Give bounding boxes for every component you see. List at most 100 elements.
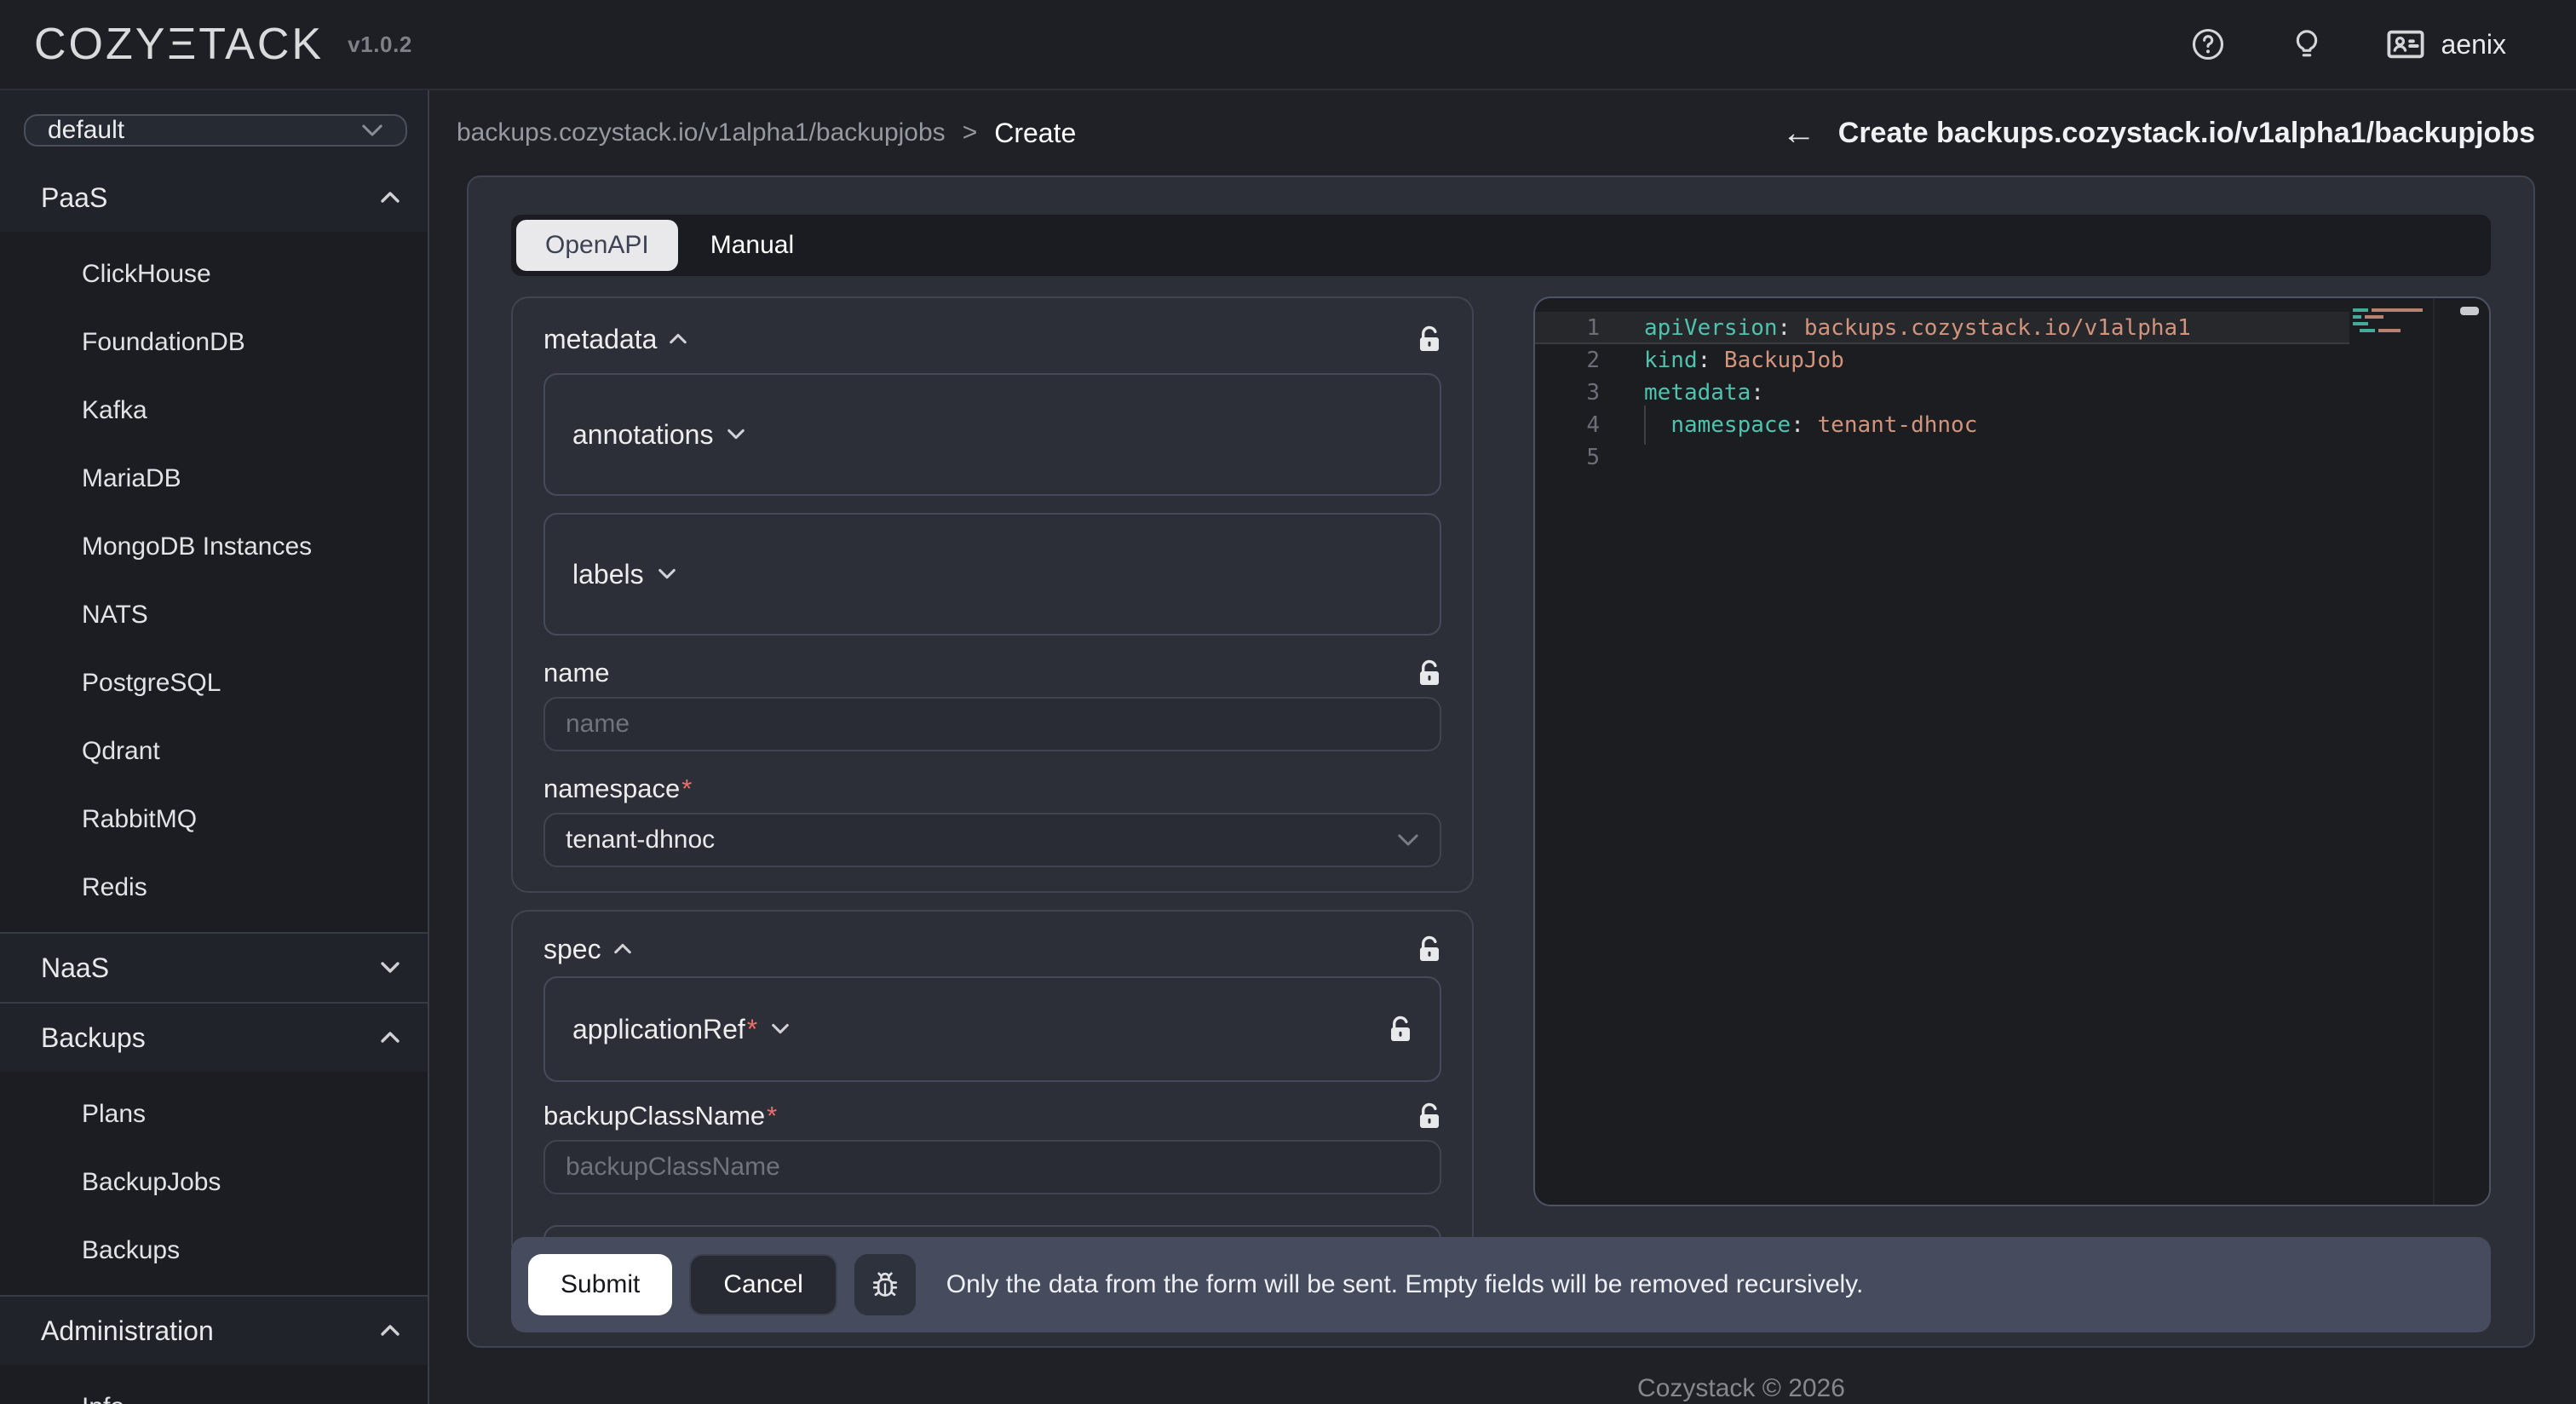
backup-class-name-field-label: backupClassName* <box>543 1099 1441 1133</box>
back-arrow-icon[interactable]: ← <box>1782 116 1816 150</box>
breadcrumb-separator: > <box>963 118 978 147</box>
editor-line: 2 kind: BackupJob <box>1535 344 2489 377</box>
metadata-header[interactable]: metadata <box>543 319 1441 360</box>
sidebar-item-clickhouse[interactable]: ClickHouse <box>0 240 428 308</box>
breadcrumb-row: backups.cozystack.io/v1alpha1/backupjobs… <box>457 90 2535 176</box>
name-label-text: name <box>543 658 610 688</box>
namespace-select-field[interactable]: tenant-dhnoc <box>543 813 1441 867</box>
app-logo: COZYΞTACK <box>34 19 324 70</box>
chevron-up-icon <box>380 1031 400 1044</box>
yaml-editor[interactable]: 1 apiVersion: backups.cozystack.io/v1alp… <box>1533 296 2491 1206</box>
yaml-value: backups.cozystack.io/v1alpha1 <box>1791 315 2191 341</box>
editor-line: 5 <box>1535 441 2489 474</box>
sidebar-section-items-paas: ClickHouse FoundationDB Kafka MariaDB Mo… <box>0 232 428 932</box>
form-column: metadata annotations labels <box>511 296 1474 1246</box>
name-field-label: name <box>543 656 1441 690</box>
lock-open-icon[interactable] <box>1389 1016 1412 1043</box>
spec-header[interactable]: spec <box>543 929 1441 970</box>
indent-guide <box>1644 406 1646 445</box>
footer-text: Cozystack © 2026 <box>1637 1374 1845 1403</box>
line-number: 2 <box>1535 344 1600 377</box>
backup-class-name-input[interactable] <box>543 1140 1441 1194</box>
yaml-separator: : <box>1791 412 1804 438</box>
namespace-select-value: tenant-dhnoc <box>566 826 715 854</box>
namespace-select[interactable]: default <box>24 114 407 147</box>
sidebar-item-info[interactable]: Info <box>0 1373 428 1404</box>
help-icon[interactable] <box>2188 24 2228 65</box>
yaml-key: apiVersion <box>1644 315 1778 341</box>
minimap-divider <box>2433 298 2435 1205</box>
sidebar-item-mariadb[interactable]: MariaDB <box>0 445 428 513</box>
sidebar-item-kafka[interactable]: Kafka <box>0 377 428 445</box>
sidebar-item-postgresql[interactable]: PostgreSQL <box>0 649 428 717</box>
tab-manual[interactable]: Manual <box>681 220 823 271</box>
lightbulb-icon[interactable] <box>2286 24 2327 65</box>
application-ref-collapsible[interactable]: applicationRef* <box>543 976 1441 1082</box>
lock-open-icon[interactable] <box>1417 659 1441 687</box>
breadcrumb-current: Create <box>994 118 1076 149</box>
editor-line: 4 namespace: tenant-dhnoc <box>1535 409 2489 441</box>
sidebar-section-header-paas[interactable]: PaaS <box>0 164 428 232</box>
user-menu[interactable]: aenix <box>2385 24 2507 65</box>
sidebar-section-header-administration[interactable]: Administration <box>0 1297 428 1365</box>
tab-openapi[interactable]: OpenAPI <box>516 220 678 271</box>
topbar-actions: aenix <box>2188 24 2507 65</box>
required-marker: * <box>767 1101 777 1131</box>
sidebar-item-rabbitmq[interactable]: RabbitMQ <box>0 785 428 854</box>
chevron-down-icon <box>658 567 676 581</box>
sidebar-section-paas: PaaS ClickHouse FoundationDB Kafka Maria… <box>0 164 428 932</box>
yaml-value: BackupJob <box>1711 348 1844 373</box>
submit-button[interactable]: Submit <box>528 1254 672 1315</box>
debug-button[interactable] <box>854 1254 916 1315</box>
chevron-down-icon <box>380 961 400 975</box>
top-bar: COZYΞTACK v1.0.2 aenix <box>0 0 2576 90</box>
editor-line: 3 metadata: <box>1535 377 2489 409</box>
editor-scrollbar-thumb[interactable] <box>2460 307 2479 315</box>
lock-open-icon[interactable] <box>1417 935 1441 963</box>
sidebar-item-redis[interactable]: Redis <box>0 854 428 922</box>
line-number: 5 <box>1535 441 1600 474</box>
chevron-up-icon <box>613 942 632 956</box>
yaml-key: metadata <box>1644 380 1751 406</box>
name-input[interactable] <box>543 697 1441 751</box>
sidebar-item-backupjobs[interactable]: BackupJobs <box>0 1148 428 1217</box>
application-ref-label: applicationRef <box>572 1014 745 1045</box>
section-label: NaaS <box>41 952 109 984</box>
labels-collapsible[interactable]: labels <box>543 513 1441 636</box>
sidebar-item-mongodb-instances[interactable]: MongoDB Instances <box>0 513 428 581</box>
page-footer: Cozystack © 2026 <box>429 1372 2576 1403</box>
sidebar-item-plans[interactable]: Plans <box>0 1080 428 1148</box>
chevron-down-icon <box>361 123 383 138</box>
lock-open-icon[interactable] <box>1417 325 1441 353</box>
page-title-wrap: ← Create backups.cozystack.io/v1alpha1/b… <box>1782 116 2535 150</box>
sidebar-item-qdrant[interactable]: Qdrant <box>0 717 428 785</box>
sidebar-item-backups[interactable]: Backups <box>0 1217 428 1285</box>
metadata-card: metadata annotations labels <box>511 296 1474 893</box>
chevron-down-icon <box>727 428 745 441</box>
user-name: aenix <box>2441 29 2507 60</box>
id-card-icon <box>2385 24 2426 65</box>
sidebar-item-foundationdb[interactable]: FoundationDB <box>0 308 428 377</box>
yaml-separator: : <box>1751 380 1764 406</box>
sidebar-item-nats[interactable]: NATS <box>0 581 428 649</box>
cancel-button[interactable]: Cancel <box>689 1254 837 1315</box>
annotations-collapsible[interactable]: annotations <box>543 373 1441 496</box>
sidebar-section-header-naas[interactable]: NaaS <box>0 934 428 1002</box>
sidebar-section-administration: Administration Info <box>0 1295 428 1404</box>
lock-open-icon[interactable] <box>1417 1102 1441 1130</box>
namespace-select-value: default <box>48 116 124 145</box>
required-marker: * <box>747 1014 757 1045</box>
sidebar: default PaaS ClickHouse FoundationDB Kaf… <box>0 90 429 1404</box>
sidebar-section-naas: NaaS <box>0 932 428 1002</box>
bug-icon <box>868 1268 902 1302</box>
form-content: metadata annotations labels <box>511 296 2491 1246</box>
breadcrumb-path[interactable]: backups.cozystack.io/v1alpha1/backupjobs <box>457 118 946 147</box>
section-label: Backups <box>41 1022 146 1054</box>
sidebar-section-header-backups[interactable]: Backups <box>0 1004 428 1072</box>
section-label: PaaS <box>41 182 107 214</box>
namespace-field-label: namespace* <box>543 772 1441 806</box>
metadata-title: metadata <box>543 324 657 355</box>
chevron-up-icon <box>669 332 687 346</box>
line-number: 4 <box>1535 409 1600 441</box>
main-area: backups.cozystack.io/v1alpha1/backupjobs… <box>429 90 2576 1404</box>
